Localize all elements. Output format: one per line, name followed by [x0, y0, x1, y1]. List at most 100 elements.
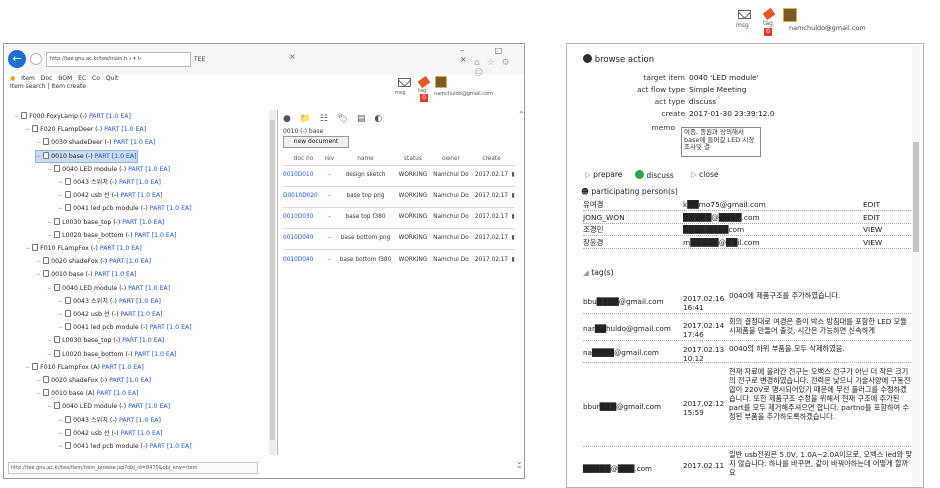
tree-node[interactable]: − F000 FoxyLamp (-) PART [1.0 EA] — [14, 111, 131, 122]
tree-node[interactable]: − 0040 LED module (-) PART [1.0 EA] — [47, 283, 170, 294]
tree-node[interactable]: − 0042 usb 선 (-) PART [1.0 EA] — [58, 190, 163, 201]
msg-icon[interactable] — [738, 10, 751, 19]
table-row[interactable]: 0010D040- base bottom png WORKING Namchul D… — [283, 227, 515, 249]
participant-row: JONG_WON █████@████.com EDIT — [583, 212, 917, 224]
tree-node[interactable]: − F010 FLampFox (-) PART [1.0 EA] — [25, 243, 142, 254]
delete-icon[interactable]: ▮ — [511, 206, 515, 228]
new-document-button[interactable]: new document — [283, 136, 349, 148]
address-bar[interactable]: http://tee.gnu.ac.kr/tee/main.h ⌕ ▾ ↻ — [46, 52, 191, 67]
tree-node[interactable]: − 0043 스위치 (-) PART [1.0 EA] — [58, 415, 161, 426]
tree-node[interactable]: − 0042 usb 선 (-) PART [1.0 EA] — [58, 309, 163, 320]
doc-name-cell: base bottom png — [335, 227, 396, 249]
tree-node[interactable]: − 0040 LED module (-) PART [1.0 EA] — [47, 164, 170, 175]
tree-scrollbar[interactable] — [269, 110, 276, 455]
tree-node[interactable]: − L0020 base_bottom (-) PART [1.0 EA] — [47, 349, 177, 360]
tree-node[interactable]: − L0030 base_top (-) PART [1.0 EA] — [47, 217, 164, 228]
table-row[interactable]: D0010D020- base top png WORKING Namchul Do 2… — [283, 185, 515, 207]
menu-item-quit[interactable]: Quit — [106, 75, 119, 82]
pane-divider[interactable] — [277, 110, 278, 455]
tree-node-label: 0041 led pcb module (-) — [73, 443, 150, 450]
doc-no-cell[interactable]: 0010D030 — [283, 206, 325, 228]
participant-name: 장윤경 — [583, 237, 604, 247]
menu-item-search[interactable]: Item search — [10, 83, 46, 90]
tree-node[interactable]: − 0041 led pcb module (-) PART [1.0 EA] — [58, 322, 192, 333]
scroll-arrows-icon[interactable]: ⌄ ⌃ ⌄ — [516, 458, 523, 479]
panel-scrollbar[interactable] — [912, 46, 920, 486]
tree-node[interactable]: − F020 FLampDeer (-) PART [1.0 EA] — [25, 124, 146, 135]
address-controls[interactable]: ⌕ ▾ ↻ — [129, 56, 142, 62]
discuss-action[interactable]: discuss — [635, 170, 674, 180]
tree-connector: − — [58, 205, 66, 213]
panel-title-text: browse action — [594, 55, 655, 65]
memo-field[interactable]: 여종, 종원과 상의해서 base에 들어갈 LED 시장 조사및 결 — [681, 127, 761, 157]
tree-node[interactable]: − 0043 스위치 (-) PART [1.0 EA] — [58, 177, 161, 188]
close-label: close — [699, 170, 719, 179]
msg-icon[interactable] — [398, 78, 411, 87]
delete-icon[interactable]: ▮ — [511, 227, 515, 249]
tree-node-part: PART [1.0 EA] — [96, 390, 139, 398]
menu-item-bom[interactable]: BOM — [58, 75, 72, 82]
tree-node-part: PART [1.0 EA] — [109, 377, 152, 384]
tag-date: 2017.02.16 16:41 — [683, 294, 725, 312]
doc-no-cell[interactable]: 0010D040 — [283, 227, 325, 249]
table-row[interactable]: 0010D040- base bottom f380 WORKING Namchul … — [283, 248, 515, 270]
menu-item-co[interactable]: Co — [92, 75, 100, 82]
tree-node[interactable]: − 0020 shadeFox (-) PART [1.0 EA] — [36, 256, 151, 267]
panel-scroll-thumb[interactable] — [913, 142, 919, 252]
menu-item-doc[interactable]: Doc — [41, 75, 53, 82]
tree-connector: − — [58, 179, 66, 186]
tree-node[interactable]: − 0040 LED module (-) PART [1.0 EA] — [47, 401, 170, 412]
tree-node[interactable]: − 0043 스위치 (-) PART [1.0 EA] — [58, 296, 161, 307]
tree-node[interactable]: − 0010 base (-) PART [1.0 EA] — [36, 269, 137, 280]
doc-owner-cell: Namchul Do — [429, 185, 472, 207]
prepare-action[interactable]: ▷ prepare — [585, 170, 622, 179]
delete-icon[interactable]: ▮ — [511, 248, 515, 270]
delete-icon[interactable]: ▮ — [511, 164, 515, 186]
doc-toolbar-icons[interactable]: ● 📁 ☷ 🏷 ▤ ◐ — [283, 114, 393, 126]
tree-scroll-thumb[interactable] — [270, 120, 275, 440]
doc-scrollbar[interactable]: ⌃ — [518, 110, 524, 455]
tree-node-label: F010 FLampFox (A) — [40, 363, 102, 371]
doc-create-cell: 2017.02.17 — [471, 164, 512, 186]
tree-node[interactable]: − 0020 shadeFox (-) PART [1.0 EA] — [36, 375, 151, 386]
forward-button[interactable] — [30, 53, 42, 65]
window-controls[interactable]: – □ × — [460, 46, 522, 64]
tree-node-label: 0041 led pcb module (-) — [73, 205, 150, 213]
participant-role[interactable]: VIEW — [863, 224, 882, 236]
menu-item-item[interactable]: Item — [21, 75, 35, 82]
tab-title[interactable]: TEE — [194, 52, 205, 67]
doc-no-cell[interactable]: D0010D020 — [283, 185, 325, 207]
target-item-value[interactable]: 0040 'LED module' — [689, 73, 759, 82]
tree-node[interactable]: − 0010 base (A) PART [1.0 EA] — [36, 388, 139, 399]
menu-item-create[interactable]: Item create — [51, 83, 86, 90]
participant-role[interactable]: EDIT — [863, 199, 880, 211]
tree-node[interactable]: − 0010 base (-) PART [1.0 EA] — [35, 149, 138, 163]
tree-node[interactable]: − 0041 led pcb module (-) PART [1.0 EA] — [58, 441, 192, 452]
tree-node-part: PART [1.0 EA] — [99, 245, 142, 252]
table-row[interactable]: 0010D010- design sketch WORKING Namchul Do 2… — [283, 164, 515, 186]
avatar[interactable] — [435, 76, 447, 88]
tree-node[interactable]: − F010 FLampFox (A) PART [1.0 EA] — [25, 362, 144, 373]
close-action[interactable]: ▷ close — [691, 170, 719, 179]
avatar[interactable] — [783, 8, 797, 22]
tree-node[interactable]: − L0020 base_bottom (-) PART [1.0 EA] — [47, 230, 177, 241]
participant-email: m█████@██il.com — [683, 237, 760, 247]
tag-icon[interactable] — [417, 75, 431, 89]
tree-node[interactable]: − 0041 led pcb module (-) PART [1.0 EA] — [58, 203, 192, 214]
tag-icon[interactable] — [762, 7, 776, 21]
browser-toolbar-icons[interactable]: ⌂ ☆ ⚙ ☺ — [474, 58, 524, 78]
tree-node[interactable]: − 0030 shadeDeer (-) PART [1.0 EA] — [36, 137, 155, 148]
delete-icon[interactable]: ▮ — [511, 185, 515, 207]
table-row[interactable]: 0010D030- base top f380 WORKING Namchul Do 2… — [283, 206, 515, 228]
participant-role[interactable]: EDIT — [863, 212, 880, 224]
doc-no-cell[interactable]: 0010D010 — [283, 164, 325, 186]
tree-node[interactable]: − L0030 base_top (-) PART [1.0 EA] — [47, 335, 164, 346]
doc-owner-cell: Namchul Do — [429, 164, 472, 186]
back-button[interactable]: ← — [8, 50, 26, 68]
menu-item-ec[interactable]: EC — [78, 75, 86, 82]
participant-name: 조경민 — [583, 225, 604, 234]
tab-close-icon[interactable]: × — [289, 52, 296, 61]
tree-node[interactable]: − 0042 usb 선 (-) PART [1.0 EA] — [58, 428, 163, 439]
doc-no-cell[interactable]: 0010D040 — [283, 248, 325, 270]
participant-role[interactable]: VIEW — [863, 237, 882, 249]
